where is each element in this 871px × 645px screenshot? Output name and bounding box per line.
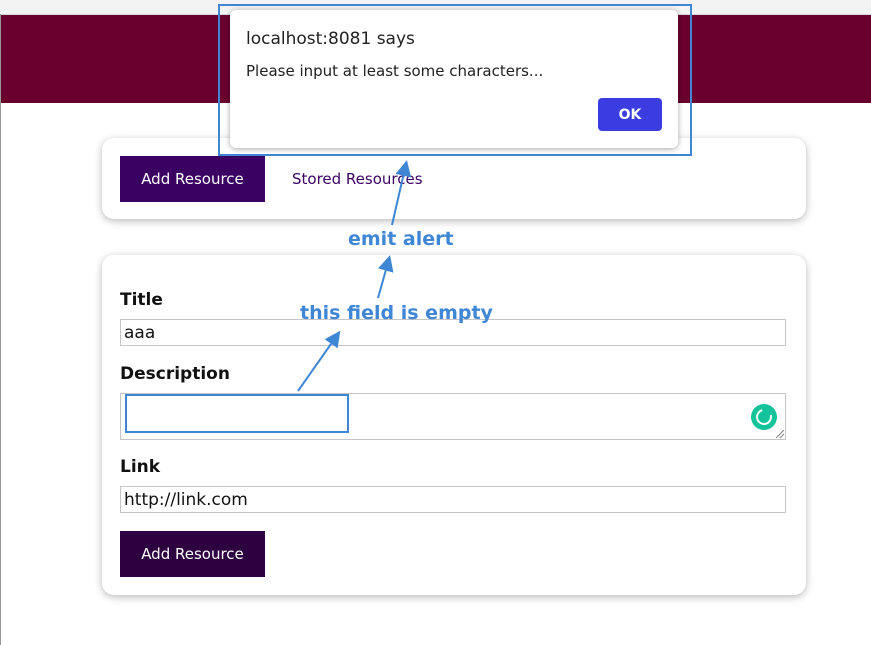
arrow-to-empty-note: [297, 330, 341, 392]
arrow-to-dialog: [391, 160, 412, 226]
annotation-arrows: [297, 160, 412, 392]
arrow-to-emit-alert: [377, 255, 394, 299]
